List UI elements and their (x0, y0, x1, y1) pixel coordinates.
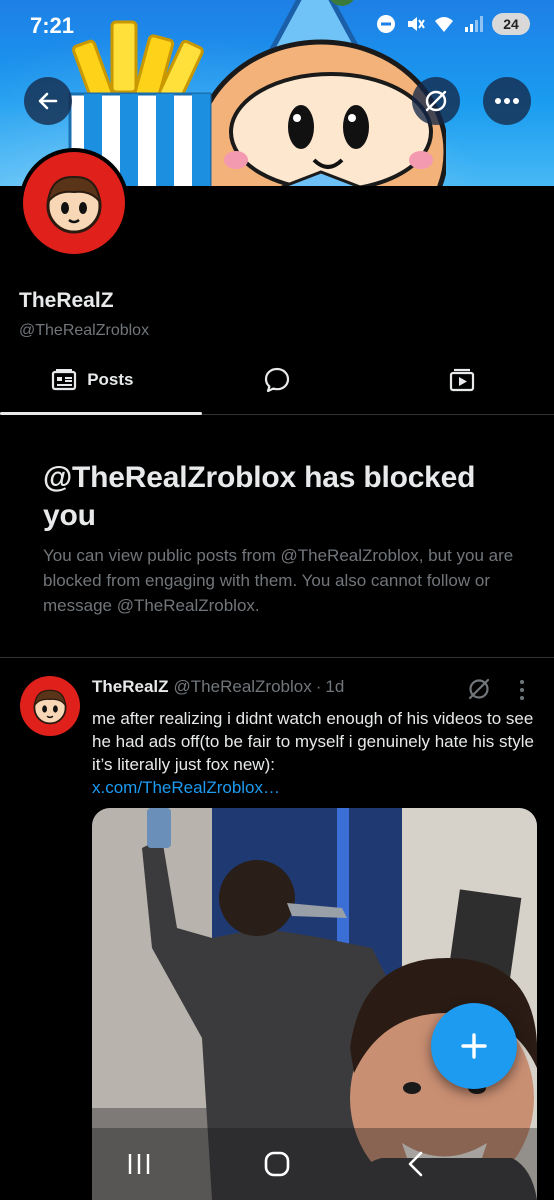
compose-post-button[interactable] (431, 1003, 517, 1089)
status-time: 7:21 (30, 13, 75, 38)
signal-icon (465, 16, 483, 32)
profile-handle: @TheRealZroblox (19, 322, 150, 339)
post-text: me after realizing i didnt watch enough … (92, 709, 534, 774)
status-bar: 7:21 24 (0, 0, 554, 52)
tab-media[interactable] (369, 345, 554, 414)
posts-icon (52, 368, 77, 390)
wifi-icon (435, 17, 453, 32)
battery-level: 24 (503, 16, 519, 32)
replies-icon (264, 367, 290, 392)
tab-replies[interactable] (185, 345, 370, 414)
muted-button[interactable] (412, 77, 460, 125)
more-options-button[interactable] (483, 77, 531, 125)
post-avatar-face-illustration (33, 689, 67, 725)
arrow-left-icon (38, 92, 58, 110)
post-avatar[interactable] (20, 676, 80, 736)
home-icon (264, 1151, 290, 1177)
back-button[interactable] (24, 77, 72, 125)
post-separator: · (315, 677, 322, 696)
post-muted-icon[interactable] (466, 676, 492, 702)
battery-indicator: 24 (492, 13, 530, 35)
profile-display-name: TheRealZ (19, 289, 114, 312)
post-header: TheRealZ @TheRealZroblox · 1d (92, 677, 344, 697)
profile-tabs: Posts (0, 345, 554, 415)
recent-apps-icon (128, 1154, 150, 1174)
post-body: me after realizing i didnt watch enough … (92, 707, 537, 799)
system-back-button[interactable] (393, 1142, 437, 1186)
avatar-face-illustration (46, 175, 102, 234)
post-more-options-icon[interactable] (512, 678, 532, 702)
chevron-left-icon (408, 1151, 423, 1177)
profile-avatar[interactable] (19, 148, 129, 258)
bread-character-illustration (196, 39, 446, 186)
status-icons: 24 (376, 13, 530, 35)
blocked-title: @TheRealZroblox has blocked you (43, 461, 476, 532)
blocked-notice: @TheRealZroblox has blocked you You can … (43, 459, 523, 618)
do-not-disturb-icon (377, 15, 395, 33)
media-icon (449, 368, 474, 391)
blocked-description: You can view public posts from @TheRealZ… (43, 546, 514, 615)
vibrate-mute-icon (408, 17, 425, 31)
section-divider (0, 657, 554, 658)
plus-icon (461, 1033, 487, 1059)
tab-posts-label: Posts (87, 369, 134, 389)
post-timestamp[interactable]: 1d (325, 677, 344, 697)
post-author-name[interactable]: TheRealZ (92, 677, 169, 697)
post-author-handle[interactable]: @TheRealZroblox (174, 677, 312, 697)
home-button[interactable] (255, 1142, 299, 1186)
avatar-image (23, 152, 125, 254)
recent-apps-button[interactable] (117, 1142, 161, 1186)
more-horizontal-icon (495, 98, 519, 104)
post-link[interactable]: x.com/TheRealZroblox… (92, 778, 280, 797)
mute-slash-icon (425, 90, 447, 112)
tab-posts[interactable]: Posts (0, 345, 202, 415)
active-tab-indicator (0, 412, 202, 415)
system-navigation-bar (0, 1128, 554, 1200)
